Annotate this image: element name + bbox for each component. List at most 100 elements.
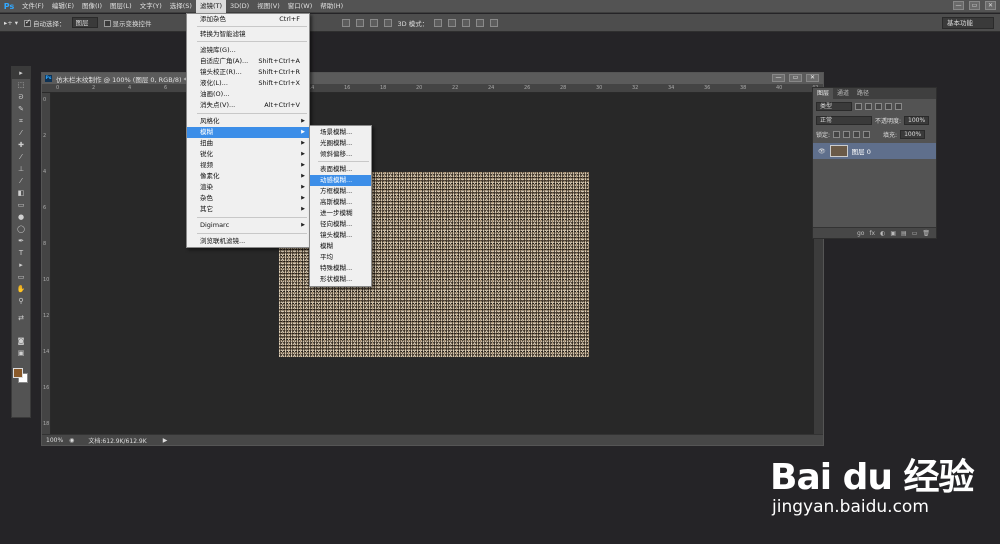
move-tool-icon[interactable]: ▸ (12, 67, 30, 79)
blur-item-radial[interactable]: 径向模糊... (310, 219, 371, 230)
layer-mask-icon[interactable]: ▣ (890, 230, 896, 237)
align-icon[interactable] (341, 18, 350, 27)
filter-menu-item[interactable]: 液化(L)... Shift+Ctrl+X (187, 78, 309, 89)
workspace-select[interactable]: 基本功能 (942, 17, 994, 29)
quick-mask-icon[interactable]: ◙ (12, 335, 30, 347)
scale-3d-icon[interactable] (490, 18, 499, 27)
path-select-icon[interactable]: ▸ (12, 259, 30, 271)
align-icon[interactable] (355, 18, 364, 27)
menu-type[interactable]: 文字(Y) (136, 0, 166, 13)
fill-field[interactable]: 100% (900, 130, 926, 139)
blur-item-box[interactable]: 方框模糊... (310, 186, 371, 197)
filter-menu-item-digimarc[interactable]: Digimarc ▶ (187, 220, 309, 231)
filter-pixel-icon[interactable] (855, 103, 862, 110)
close-button[interactable]: ✕ (985, 1, 996, 10)
align-icon[interactable] (383, 18, 392, 27)
filter-menu-item-video[interactable]: 视频 ▶ (187, 160, 309, 171)
filter-menu-item[interactable]: 油画(O)... (187, 89, 309, 100)
filter-shape-icon[interactable] (885, 103, 892, 110)
restore-button[interactable]: ▭ (969, 1, 980, 10)
blur-item-shape[interactable]: 形状模糊... (310, 274, 371, 285)
eraser-tool-icon[interactable]: ◧ (12, 187, 30, 199)
filter-menu-item[interactable]: 自适应广角(A)... Shift+Ctrl+A (187, 56, 309, 67)
auto-select-option[interactable]: 自动选择： (24, 18, 66, 28)
blend-mode-select[interactable]: 正常 (816, 116, 872, 125)
align-icon[interactable] (369, 18, 378, 27)
blur-tool-icon[interactable]: ● (12, 211, 30, 223)
menu-filter[interactable]: 滤镜(T) (195, 0, 226, 13)
menu-3d[interactable]: 3D(D) (226, 0, 253, 13)
filter-menu-item[interactable]: 消失点(V)... Alt+Ctrl+V (187, 100, 309, 111)
layer-select-dropdown[interactable]: 图层 (71, 17, 98, 28)
layer-name[interactable]: 图层 0 (852, 146, 871, 156)
brush-tool-icon[interactable]: ⁄ (12, 151, 30, 163)
zoom-level[interactable]: 100% (46, 437, 63, 444)
tab-layers[interactable]: 图层 (813, 88, 834, 99)
eyedropper-tool-icon[interactable]: ⁄ (12, 127, 30, 139)
lock-position-icon[interactable] (853, 131, 861, 138)
menu-window[interactable]: 窗口(W) (284, 0, 317, 13)
filter-menu-item-stylize[interactable]: 风格化 ▶ (187, 116, 309, 127)
healing-brush-icon[interactable]: ✚ (12, 139, 30, 151)
filter-smart-icon[interactable] (895, 103, 902, 110)
filter-menu-item[interactable]: 滤镜库(G)... (187, 45, 309, 56)
filter-menu-item-noise[interactable]: 杂色 ▶ (187, 193, 309, 204)
foreground-color-swatch[interactable] (13, 368, 23, 378)
doc-close-button[interactable]: ✕ (806, 74, 819, 82)
filter-menu-item[interactable]: 添加杂色 Ctrl+F (187, 14, 309, 25)
menu-edit[interactable]: 编辑(E) (48, 0, 78, 13)
blur-item-blur[interactable]: 模糊 (310, 241, 371, 252)
shape-tool-icon[interactable]: ▭ (12, 271, 30, 283)
pan-3d-icon[interactable] (462, 18, 471, 27)
menu-layer[interactable]: 图层(L) (106, 0, 136, 13)
layer-kind-filter[interactable]: 类型 (816, 102, 852, 111)
tab-channels[interactable]: 通道 (833, 88, 853, 99)
auto-select-checkbox[interactable] (24, 18, 32, 27)
trash-icon[interactable]: 🗑 (922, 230, 930, 237)
clone-stamp-icon[interactable]: ⊥ (12, 163, 30, 175)
quick-select-tool-icon[interactable]: ✎ (12, 103, 30, 115)
blur-item-lens[interactable]: 镜头模糊... (310, 230, 371, 241)
blur-item-gaussian[interactable]: 高斯模糊... (310, 197, 371, 208)
dodge-tool-icon[interactable]: ◯ (12, 223, 30, 235)
blur-item-average[interactable]: 平均 (310, 252, 371, 263)
tab-paths[interactable]: 路径 (853, 88, 873, 99)
lock-transparent-icon[interactable] (833, 131, 841, 138)
adjustment-layer-icon[interactable]: ◐ (880, 230, 885, 237)
blur-item-more[interactable]: 进一步模糊 (310, 208, 371, 219)
layer-row[interactable]: 👁 图层 0 (813, 143, 936, 159)
lock-all-icon[interactable] (863, 131, 871, 138)
filter-menu-item-browse-online[interactable]: 浏览联机滤镜... (187, 236, 309, 247)
blur-item-tilt-shift[interactable]: 倾斜偏移... (310, 149, 371, 160)
minimize-button[interactable]: — (953, 1, 964, 10)
hand-tool-icon[interactable]: ✋ (12, 283, 30, 295)
swap-colors-icon[interactable]: ⇄ (12, 307, 30, 329)
filter-menu-item[interactable]: 镜头校正(R)... Shift+Ctrl+R (187, 67, 309, 78)
crop-tool-icon[interactable]: ⌗ (12, 115, 30, 127)
rotate-3d-icon[interactable] (434, 18, 443, 27)
opacity-field[interactable]: 100% (904, 116, 930, 125)
show-transform-option[interactable]: 显示变换控件 (103, 18, 152, 28)
ruler-top[interactable]: 024681012141618202224262830323436384042 (42, 84, 823, 93)
blur-item-iris[interactable]: 光圈模糊... (310, 138, 371, 149)
blur-item-smart[interactable]: 特殊模糊... (310, 263, 371, 274)
group-icon[interactable]: ▤ (901, 230, 907, 237)
doc-minimize-button[interactable]: — (772, 74, 785, 82)
history-brush-icon[interactable]: ⁄ (12, 175, 30, 187)
lock-pixels-icon[interactable] (843, 131, 851, 138)
zoom-tool-icon[interactable]: ⚲ (12, 295, 30, 307)
show-transform-checkbox[interactable] (103, 20, 111, 27)
menu-file[interactable]: 文件(F) (18, 0, 48, 13)
status-menu-arrow-icon[interactable]: ▶ (163, 437, 168, 444)
eye-icon[interactable]: 👁 (818, 148, 826, 155)
menu-select[interactable]: 选择(S) (166, 0, 196, 13)
menu-image[interactable]: 图像(I) (78, 0, 106, 13)
status-icon[interactable]: ◉ (69, 437, 74, 444)
filter-type-icon[interactable] (875, 103, 882, 110)
filter-menu-item-distort[interactable]: 扭曲 ▶ (187, 138, 309, 149)
document-titlebar[interactable]: Ps 仿木栏木纹制作 @ 100% (图层 0, RGB/8) * (42, 73, 823, 84)
blur-item-field[interactable]: 场景模糊... (310, 127, 371, 138)
filter-menu-item-other[interactable]: 其它 ▶ (187, 204, 309, 215)
pen-tool-icon[interactable]: ✒ (12, 235, 30, 247)
blur-item-motion[interactable]: 动感模糊... (310, 175, 371, 186)
